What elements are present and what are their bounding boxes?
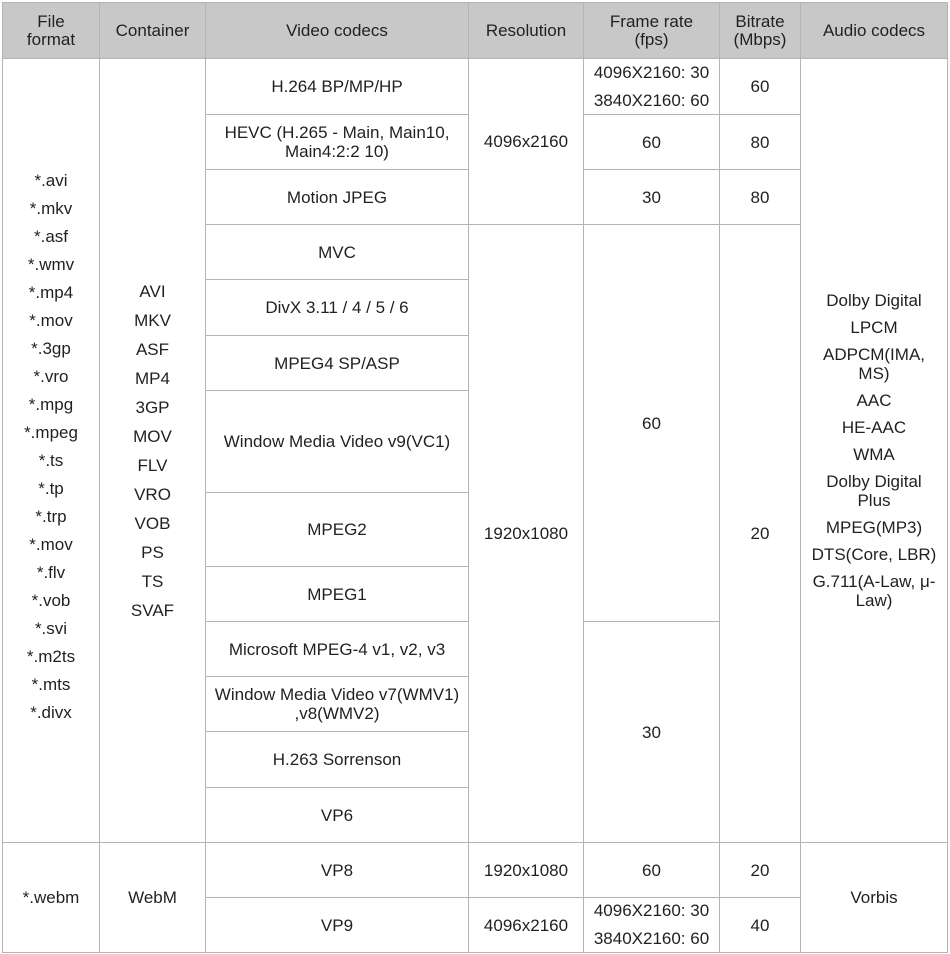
audio-codec-item: HE-AAC bbox=[841, 418, 907, 437]
file-format-item: *.asf bbox=[33, 227, 69, 246]
frame-rate-cell: 60 bbox=[583, 842, 720, 898]
video-codec-cell: MPEG4 SP/ASP bbox=[205, 335, 469, 391]
video-codec-cell: MVC bbox=[205, 224, 469, 280]
bitrate-cell: 80 bbox=[719, 114, 801, 170]
video-codec-cell: VP9 bbox=[205, 897, 469, 953]
bitrate-cell: 80 bbox=[719, 169, 801, 225]
file-format-item: *.3gp bbox=[31, 339, 71, 358]
resolution-cell: 1920x1080 bbox=[468, 224, 584, 843]
file-format-item: *.mpeg bbox=[24, 423, 78, 442]
file-format-item: *.mov bbox=[29, 535, 73, 554]
video-codec-cell: Microsoft MPEG-4 v1, v2, v3 bbox=[205, 621, 469, 677]
video-codec-cell: VP8 bbox=[205, 842, 469, 898]
file-format-cell: *.webm bbox=[2, 842, 100, 953]
file-format-item: *.wmv bbox=[27, 255, 75, 274]
file-format-item: *.mts bbox=[31, 675, 71, 694]
file-format-item: *.mkv bbox=[29, 199, 73, 218]
container-item: MOV bbox=[133, 427, 172, 446]
video-codec-cell: MPEG2 bbox=[205, 492, 469, 567]
video-codec-cell: H.264 BP/MP/HP bbox=[205, 58, 469, 115]
frame-rate-line: 3840X2160: 60 bbox=[593, 90, 710, 110]
video-codec-cell: HEVC (H.265 - Main, Main10, Main4:2:2 10… bbox=[205, 114, 469, 170]
audio-codec-item: DTS(Core, LBR) bbox=[811, 545, 937, 564]
file-format-item: *.vob bbox=[31, 591, 71, 610]
container-item: PS bbox=[141, 543, 164, 562]
container-item: MP4 bbox=[135, 369, 170, 388]
frame-rate-line: 4096X2160: 30 bbox=[593, 62, 710, 82]
bitrate-cell: 40 bbox=[719, 897, 801, 953]
frame-rate-cell: 60 bbox=[583, 224, 720, 622]
resolution-cell: 4096x2160 bbox=[468, 58, 584, 225]
container-item: TS bbox=[141, 572, 164, 591]
header-file-format: File format bbox=[2, 2, 100, 59]
video-codec-cell: Motion JPEG bbox=[205, 169, 469, 225]
container-item: SVAF bbox=[130, 601, 175, 620]
frame-rate-cell: 60 bbox=[583, 114, 720, 170]
frame-rate-line: 3840X2160: 60 bbox=[593, 929, 710, 948]
container-item: VRO bbox=[134, 485, 171, 504]
frame-rate-cell: 30 bbox=[583, 169, 720, 225]
file-format-item: *.svi bbox=[34, 619, 68, 638]
video-codec-cell: VP6 bbox=[205, 787, 469, 843]
audio-codec-item: MPEG(MP3) bbox=[825, 518, 923, 537]
header-bitrate: Bitrate (Mbps) bbox=[719, 2, 801, 59]
video-codec-cell: Window Media Video v7(WMV1) ,v8(WMV2) bbox=[205, 676, 469, 732]
audio-codec-item: WMA bbox=[853, 445, 895, 464]
audio-codec-item: LPCM bbox=[850, 318, 898, 337]
audio-codec-item: Dolby Digital Plus bbox=[826, 472, 922, 510]
video-codec-cell: H.263 Sorrenson bbox=[205, 731, 469, 788]
video-codec-cell: DivX 3.11 / 4 / 5 / 6 bbox=[205, 279, 469, 336]
audio-codec-list: Dolby Digital LPCM ADPCM(IMA, MS) AAC HE-AAC… bbox=[800, 58, 948, 843]
audio-codec-item: AAC bbox=[856, 391, 892, 410]
audio-codec-item: ADPCM(IMA, MS) bbox=[823, 345, 925, 383]
bitrate-cell: 20 bbox=[719, 224, 801, 843]
audio-codec-item: G.711(A-Law, μ-Law) bbox=[812, 572, 936, 610]
file-format-item: *.trp bbox=[35, 507, 67, 526]
file-format-item: *.mov bbox=[29, 311, 73, 330]
container-item: ASF bbox=[135, 340, 170, 359]
video-codec-cell: Window Media Video v9(VC1) bbox=[205, 390, 469, 493]
file-format-item: *.flv bbox=[36, 563, 66, 582]
container-cell: WebM bbox=[99, 842, 206, 953]
file-format-list: *.avi *.mkv *.asf *.wmv *.mp4 *.mov *.3gp *.vro… bbox=[2, 58, 100, 843]
frame-rate-line: 4096X2160: 30 bbox=[593, 901, 710, 920]
container-item: VOB bbox=[134, 514, 171, 533]
codec-support-table: File format Container Video codecs Resol… bbox=[0, 0, 950, 954]
container-item: FLV bbox=[137, 456, 168, 475]
video-codec-cell: MPEG1 bbox=[205, 566, 469, 622]
bitrate-cell: 20 bbox=[719, 842, 801, 898]
resolution-cell: 4096x2160 bbox=[468, 897, 584, 953]
header-frame-rate: Frame rate (fps) bbox=[583, 2, 720, 59]
audio-codec-item: Dolby Digital bbox=[826, 291, 922, 310]
file-format-item: *.m2ts bbox=[26, 647, 76, 666]
frame-rate-cell: 4096X2160: 30 3840X2160: 60 bbox=[583, 58, 720, 115]
bitrate-cell: 60 bbox=[719, 58, 801, 115]
container-list: AVI MKV ASF MP4 3GP MOV FLV VRO VOB PS TS SVAF bbox=[99, 58, 206, 843]
resolution-cell: 1920x1080 bbox=[468, 842, 584, 898]
file-format-item: *.tp bbox=[38, 479, 64, 498]
frame-rate-cell: 4096X2160: 30 3840X2160: 60 bbox=[583, 897, 720, 953]
header-resolution: Resolution bbox=[468, 2, 584, 59]
file-format-item: *.divx bbox=[30, 703, 72, 722]
file-format-item: *.avi bbox=[34, 171, 68, 190]
frame-rate-cell: 30 bbox=[583, 621, 720, 843]
file-format-item: *.mp4 bbox=[28, 283, 74, 302]
container-item: AVI bbox=[139, 282, 166, 301]
container-item: 3GP bbox=[135, 398, 170, 417]
container-item: MKV bbox=[134, 311, 171, 330]
header-audio-codecs: Audio codecs bbox=[800, 2, 948, 59]
header-container: Container bbox=[99, 2, 206, 59]
file-format-item: *.ts bbox=[38, 451, 64, 470]
header-video-codecs: Video codecs bbox=[205, 2, 469, 59]
audio-codec-cell: Vorbis bbox=[800, 842, 948, 953]
file-format-item: *.vro bbox=[33, 367, 69, 386]
file-format-item: *.mpg bbox=[28, 395, 74, 414]
